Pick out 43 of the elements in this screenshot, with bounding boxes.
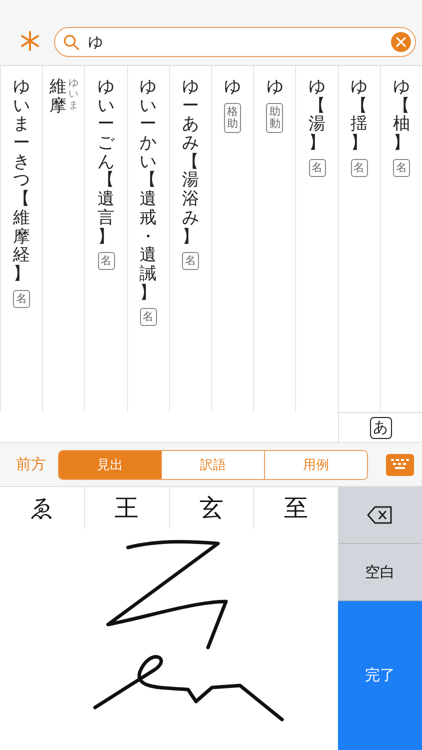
part-of-speech-tag: 名 bbox=[392, 158, 410, 177]
kana-key[interactable]: あ bbox=[338, 412, 422, 442]
headword: ゆいまーきつ【維摩経】 bbox=[13, 78, 30, 284]
entry-column[interactable]: ゆいーごん【遺言】 名 bbox=[84, 66, 127, 412]
entry-column[interactable]: ゆ【湯】 名 bbox=[295, 66, 338, 412]
headword: 維摩 bbox=[49, 78, 66, 116]
headword: ゆ bbox=[224, 78, 242, 97]
part-of-speech-tag: 名 bbox=[182, 252, 199, 270]
search-text: ゆ bbox=[88, 32, 104, 52]
headword: ゆいーかい【遺戒・遺誡】 bbox=[140, 78, 157, 302]
part-of-speech-tag: 名 bbox=[350, 158, 368, 177]
headword: ゆ bbox=[266, 78, 284, 97]
done-key[interactable]: 完了 bbox=[338, 601, 422, 750]
entry-column[interactable]: ゆ【柚】 名 bbox=[380, 66, 422, 412]
keyboard-icon[interactable] bbox=[386, 454, 414, 476]
entry-column[interactable]: ゆ 格助 bbox=[211, 66, 254, 412]
headword: ゆ【柚】 bbox=[392, 78, 410, 153]
entry-column[interactable]: ゆ【揺】 名 bbox=[338, 66, 380, 412]
part-of-speech-tag: 助動 bbox=[266, 102, 284, 133]
part-of-speech-tag: 名 bbox=[140, 308, 157, 326]
part-of-speech-tag: 名 bbox=[98, 252, 114, 270]
entry-column[interactable]: ゆいまーきつ【維摩経】 名 bbox=[0, 66, 42, 412]
part-of-speech-tag: 格助 bbox=[224, 102, 242, 133]
space-key[interactable]: 空白 bbox=[338, 544, 422, 601]
headword: ゆ【揺】 bbox=[350, 78, 368, 153]
entry-column[interactable]: ゆ 助動 bbox=[253, 66, 296, 412]
clear-icon[interactable] bbox=[391, 32, 411, 52]
backspace-key[interactable] bbox=[338, 487, 422, 544]
search-icon bbox=[63, 34, 80, 50]
entry-column[interactable]: ゆいーかい【遺戒・遺誡】 名 bbox=[126, 66, 169, 412]
headword: ゆーあみ【湯浴み】 bbox=[182, 78, 199, 246]
headword: ゆ【湯】 bbox=[308, 78, 326, 153]
ruby-reading: ゆいま bbox=[68, 78, 78, 111]
asterisk-icon[interactable] bbox=[20, 31, 40, 51]
backspace-icon bbox=[367, 506, 393, 524]
part-of-speech-tag: 名 bbox=[13, 290, 30, 308]
entry-column[interactable]: ゆーあみ【湯浴み】 名 bbox=[168, 66, 212, 412]
candidate-character[interactable]: 王 bbox=[84, 487, 168, 529]
part-of-speech-tag: 名 bbox=[308, 158, 326, 177]
headword: ゆいーごん【遺言】 bbox=[98, 78, 114, 246]
candidate-character[interactable]: ゑ bbox=[0, 487, 84, 529]
search-field[interactable]: ゆ bbox=[54, 27, 416, 57]
candidate-character[interactable]: 玄 bbox=[168, 487, 254, 529]
